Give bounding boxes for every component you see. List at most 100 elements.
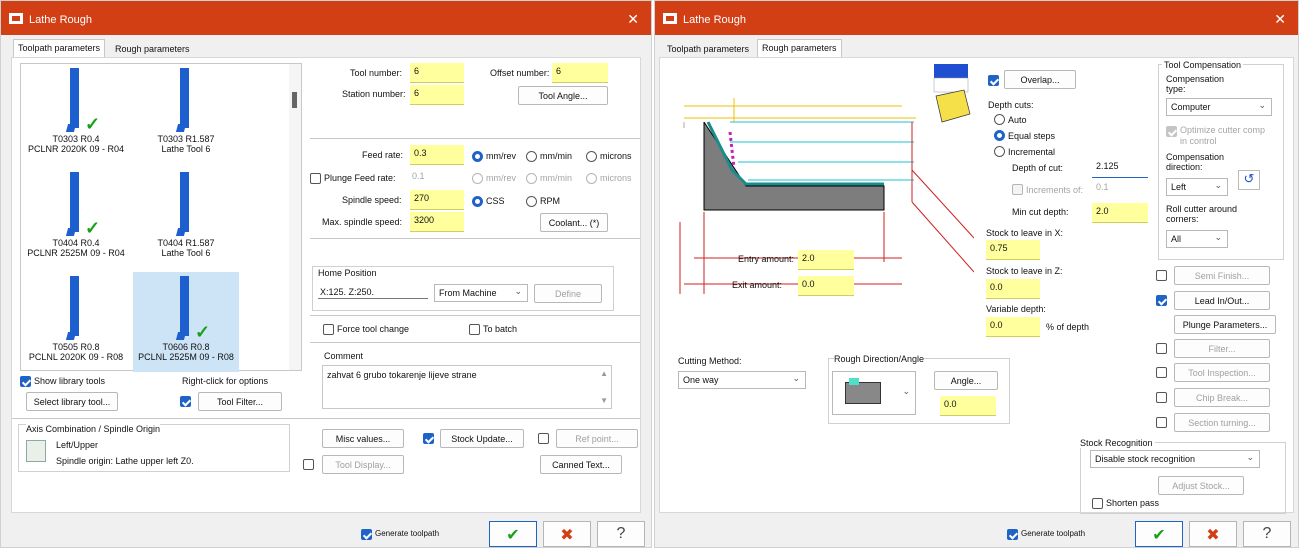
max-spindle-field[interactable]: 3200 [410, 212, 464, 232]
tool-list[interactable]: ✓ T0303 R0.4 PCLNR 2020K 09 - R04 T0303 R… [20, 63, 302, 372]
ref-point-checkbox[interactable] [538, 433, 549, 444]
lead-inout-button[interactable]: Lead In/Out... [1174, 291, 1270, 310]
microns-radio[interactable] [586, 151, 597, 162]
min-cut-depth-field[interactable]: 2.0 [1092, 203, 1148, 223]
tool-inspection-button[interactable]: Tool Inspection... [1174, 363, 1270, 382]
plunge-mmrev-radio[interactable] [472, 173, 483, 184]
canned-text-button[interactable]: Canned Text... [540, 455, 622, 474]
coolant-button[interactable]: Coolant... (*) [540, 213, 608, 232]
overlap-button[interactable]: Overlap... [1004, 70, 1076, 89]
tab-rough-parameters[interactable]: Rough parameters [757, 39, 842, 57]
tool-number-field[interactable]: 6 [410, 63, 464, 83]
tool-item-selected[interactable]: ✓ T0606 R0.8 PCLNL 2525M 09 - R08 [133, 272, 239, 372]
tool-inspection-checkbox[interactable] [1156, 367, 1167, 378]
tool-item[interactable]: ✓ T0303 R0.4 PCLNR 2020K 09 - R04 [23, 64, 129, 164]
ok-button[interactable]: ✔ [489, 521, 537, 547]
cutting-method-select[interactable]: One way ⌄ [678, 371, 806, 389]
increments-of-value[interactable]: 0.1 [1096, 182, 1109, 192]
station-number-field[interactable]: 6 [410, 85, 464, 105]
adjust-stock-button[interactable]: Adjust Stock... [1158, 476, 1244, 495]
css-radio[interactable] [472, 196, 483, 207]
chip-break-button[interactable]: Chip Break... [1174, 388, 1270, 407]
rough-direction-picker[interactable]: ⌄ [832, 371, 916, 415]
home-coords-field[interactable]: X:125. Z:250. [318, 285, 428, 299]
help-button[interactable]: ? [1243, 521, 1291, 547]
tool-item[interactable]: T0505 R0.8 PCLNL 2020K 09 - R08 [23, 272, 129, 372]
variable-depth-field[interactable]: 0.0 [986, 317, 1040, 337]
spindle-speed-field[interactable]: 270 [410, 190, 464, 210]
mmrev-radio[interactable] [472, 151, 483, 162]
scroll-up-icon[interactable]: ▲ [600, 369, 608, 378]
semi-finish-button[interactable]: Semi Finish... [1174, 266, 1270, 285]
roll-cutter-select[interactable]: All ⌄ [1166, 230, 1228, 248]
feed-rate-field[interactable]: 0.3 [410, 145, 464, 165]
filter-button[interactable]: Filter... [1174, 339, 1270, 358]
increments-of-checkbox[interactable] [1012, 184, 1023, 195]
misc-values-button[interactable]: Misc values... [322, 429, 404, 448]
scrollbar[interactable] [289, 64, 301, 370]
offset-number-field[interactable]: 6 [552, 63, 608, 83]
close-icon[interactable]: ✕ [1274, 11, 1286, 28]
comp-direction-select[interactable]: Left ⌄ [1166, 178, 1228, 196]
stock-recognition-select[interactable]: Disable stock recognition ⌄ [1090, 450, 1260, 468]
shorten-pass-checkbox[interactable] [1092, 498, 1103, 509]
stock-update-checkbox[interactable] [423, 433, 434, 444]
filter-checkbox[interactable] [1156, 343, 1167, 354]
tool-item[interactable]: T0404 R1.587 Lathe Tool 6 [133, 168, 239, 268]
home-mode-select[interactable]: From Machine ⌄ [434, 284, 528, 302]
stock-z-field[interactable]: 0.0 [986, 279, 1040, 299]
plunge-feed-checkbox[interactable] [310, 173, 321, 184]
section-turning-checkbox[interactable] [1156, 417, 1167, 428]
chip-break-checkbox[interactable] [1156, 392, 1167, 403]
to-batch-checkbox[interactable] [469, 324, 480, 335]
force-tool-change-checkbox[interactable] [323, 324, 334, 335]
tool-display-button[interactable]: Tool Display... [322, 455, 404, 474]
generate-toolpath-checkbox[interactable] [1007, 529, 1018, 540]
equal-steps-radio[interactable] [994, 130, 1005, 141]
section-turning-button[interactable]: Section turning... [1174, 413, 1270, 432]
rpm-radio[interactable] [526, 196, 537, 207]
generate-toolpath-checkbox[interactable] [361, 529, 372, 540]
plunge-feed-value[interactable]: 0.1 [412, 171, 425, 181]
lead-inout-checkbox[interactable] [1156, 295, 1167, 306]
help-button[interactable]: ? [597, 521, 645, 547]
plunge-mmmin-radio[interactable] [526, 173, 537, 184]
angle-field[interactable]: 0.0 [940, 396, 996, 416]
exit-amount-field[interactable]: 0.0 [798, 276, 854, 296]
cancel-button[interactable]: ✖ [543, 521, 591, 547]
right-title-bar[interactable]: Lathe Rough ✕ [655, 1, 1298, 35]
plunge-params-button[interactable]: Plunge Parameters... [1174, 315, 1276, 334]
depth-of-cut-field[interactable]: 2.125 [1092, 158, 1148, 178]
left-title-bar[interactable]: Lathe Rough ✕ [1, 1, 651, 35]
comp-type-select[interactable]: Computer ⌄ [1166, 98, 1272, 116]
tab-rough-parameters[interactable]: Rough parameters [111, 41, 194, 57]
scroll-down-icon[interactable]: ▼ [600, 396, 608, 405]
tab-toolpath-parameters[interactable]: Toolpath parameters [13, 39, 106, 57]
tool-item[interactable]: T0303 R1.587 Lathe Tool 6 [133, 64, 239, 164]
overlap-checkbox[interactable] [988, 75, 999, 86]
tool-filter-checkbox[interactable] [180, 396, 191, 407]
semi-finish-checkbox[interactable] [1156, 270, 1167, 281]
select-library-tool-button[interactable]: Select library tool... [26, 392, 118, 411]
optimize-cutter-checkbox[interactable] [1166, 126, 1177, 137]
angle-button[interactable]: Angle... [934, 371, 998, 390]
tab-toolpath-parameters[interactable]: Toolpath parameters [663, 41, 753, 57]
show-library-tools-checkbox[interactable] [20, 376, 31, 387]
stock-update-button[interactable]: Stock Update... [440, 429, 524, 448]
tool-display-checkbox[interactable] [303, 459, 314, 470]
ok-button[interactable]: ✔ [1135, 521, 1183, 547]
incremental-radio[interactable] [994, 146, 1005, 157]
tool-item[interactable]: ✓ T0404 R0.4 PCLNR 2525M 09 - R04 [23, 168, 129, 268]
mmmin-radio[interactable] [526, 151, 537, 162]
define-button[interactable]: Define [534, 284, 602, 303]
stock-x-field[interactable]: 0.75 [986, 240, 1040, 260]
plunge-microns-radio[interactable] [586, 173, 597, 184]
tool-angle-button[interactable]: Tool Angle... [518, 86, 608, 105]
close-icon[interactable]: ✕ [627, 11, 639, 28]
ref-point-button[interactable]: Ref point... [556, 429, 638, 448]
comment-textarea[interactable]: zahvat 6 grubo tokarenje lijeve strane ▲… [322, 365, 612, 409]
cancel-button[interactable]: ✖ [1189, 521, 1237, 547]
entry-amount-field[interactable]: 2.0 [798, 250, 854, 270]
tool-filter-button[interactable]: Tool Filter... [198, 392, 282, 411]
auto-radio[interactable] [994, 114, 1005, 125]
